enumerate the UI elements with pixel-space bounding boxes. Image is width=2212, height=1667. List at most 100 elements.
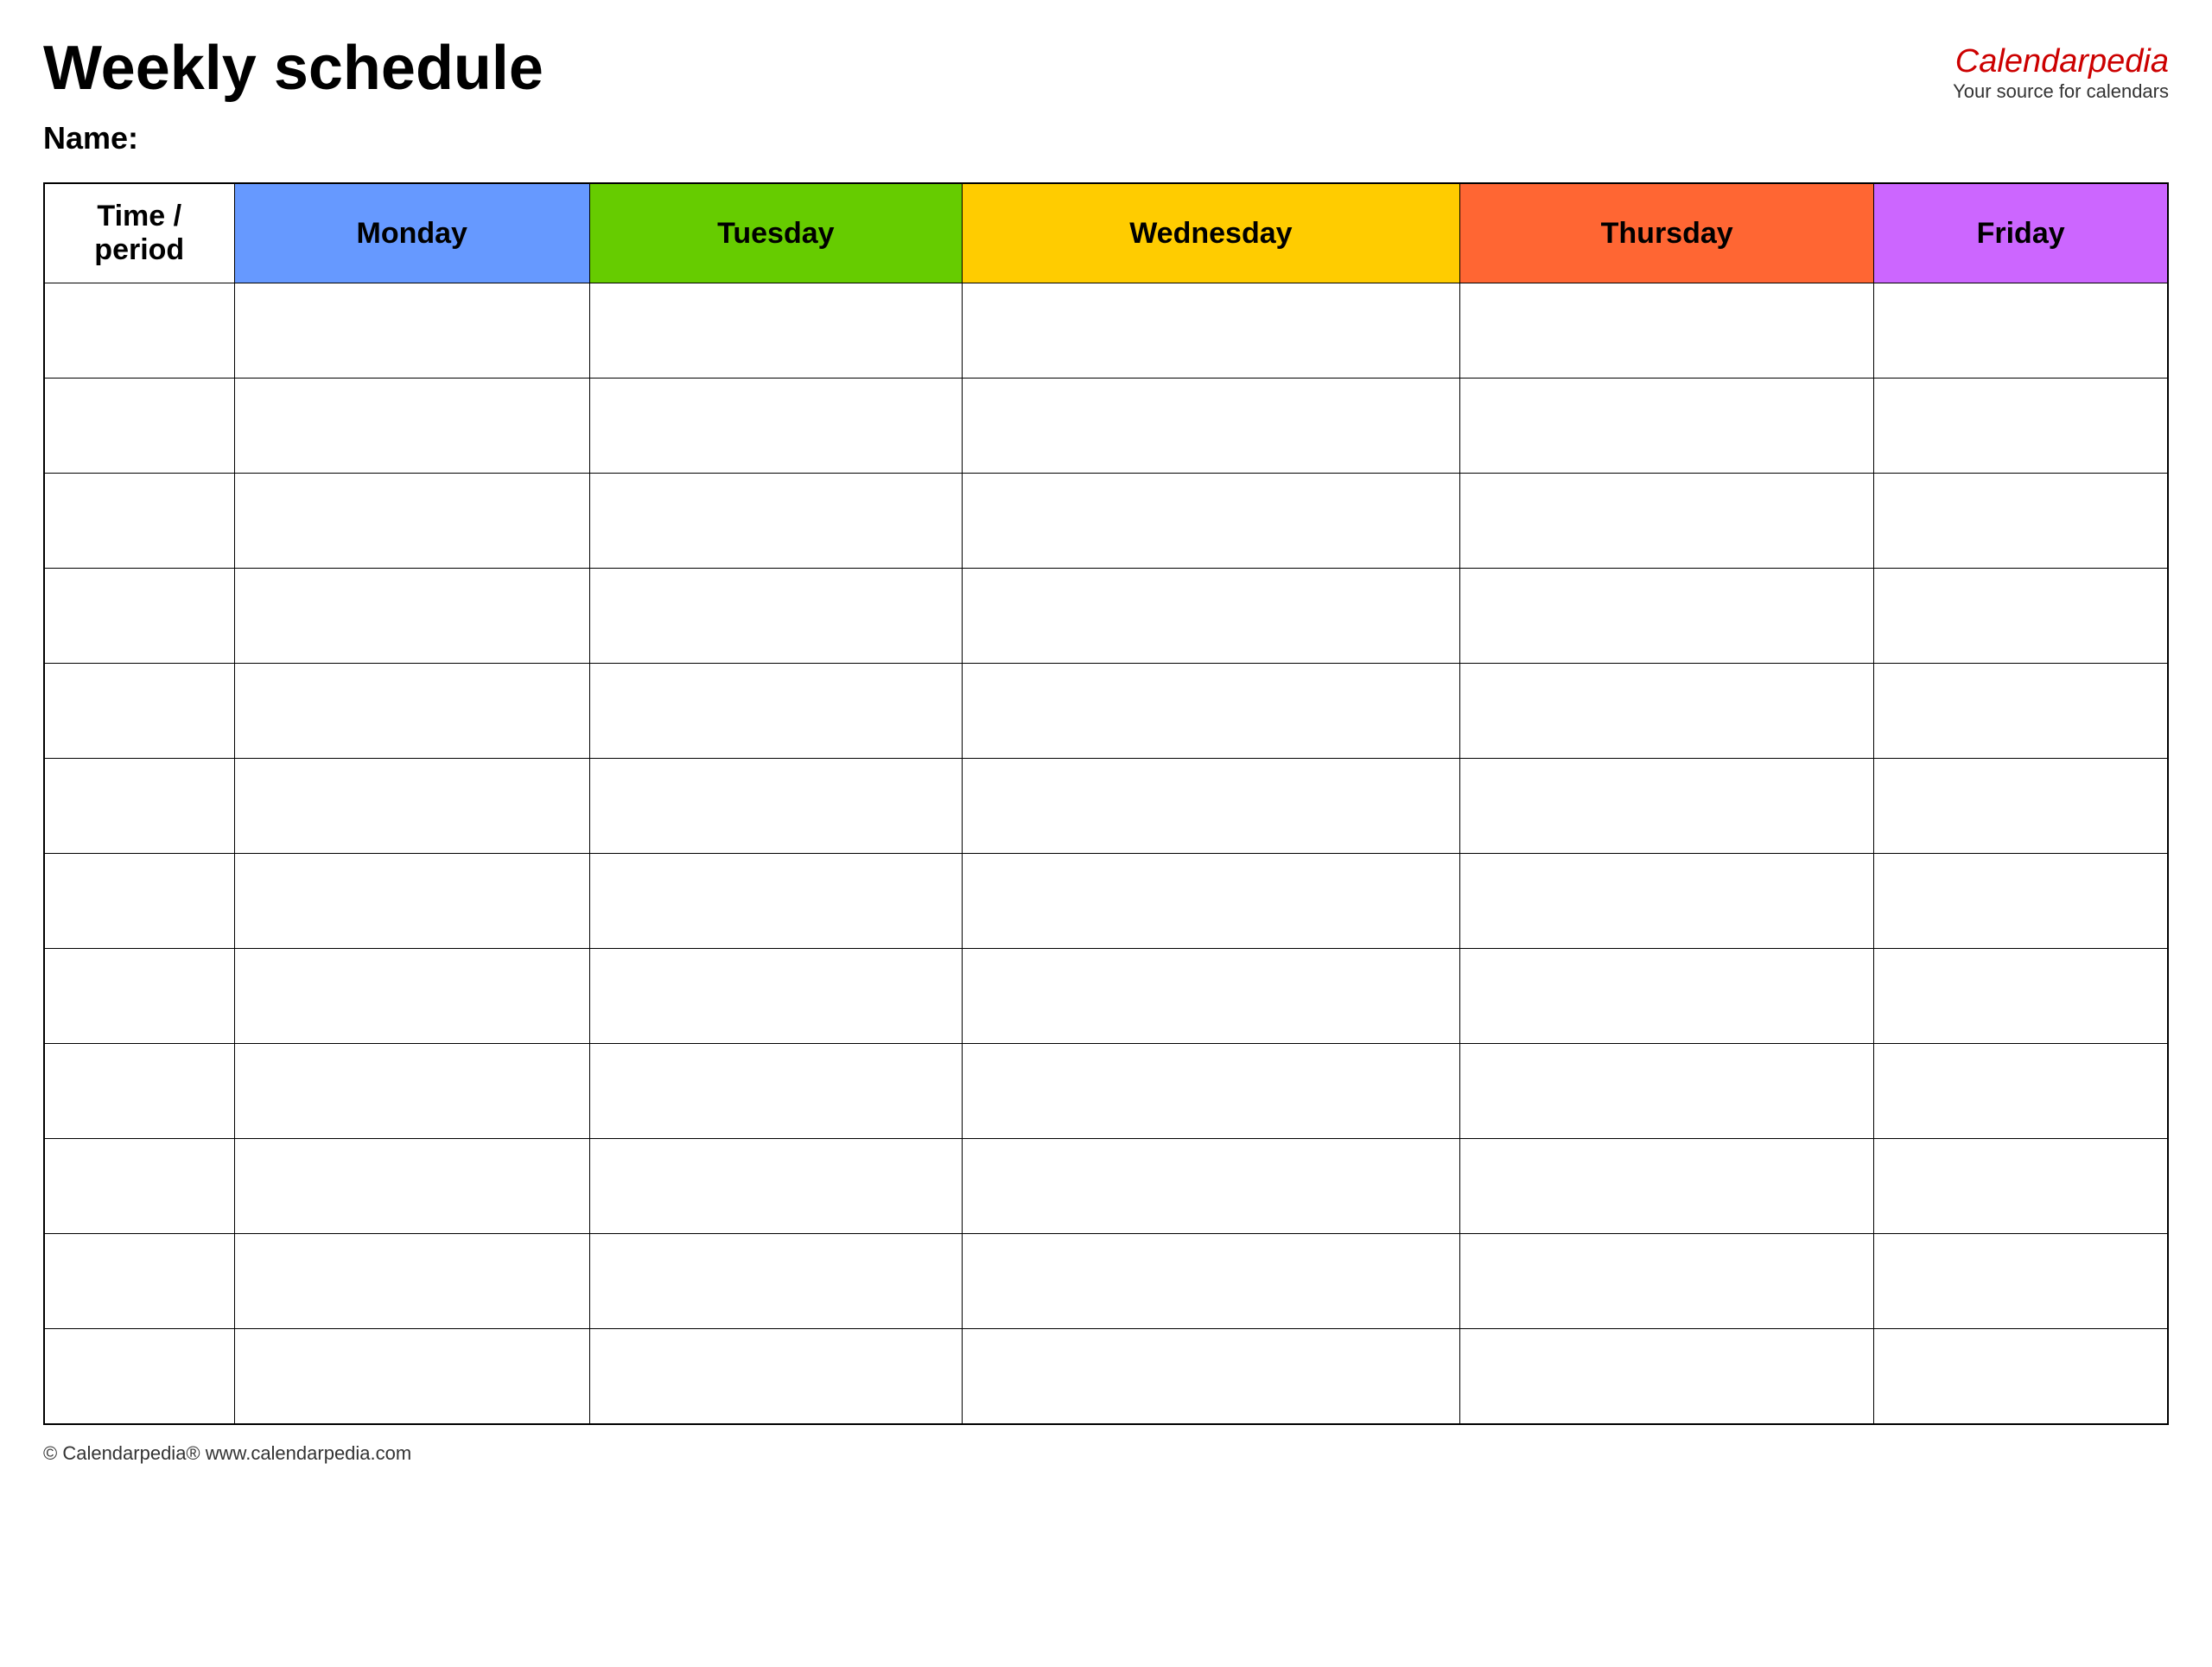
cell-row6-col-thursday[interactable] — [1460, 854, 1874, 949]
cell-row11-col-tuesday[interactable] — [590, 1329, 963, 1424]
col-header-wednesday: Wednesday — [962, 183, 1459, 283]
name-label: Name: — [43, 120, 2169, 156]
col-header-time: Time / period — [44, 183, 234, 283]
cell-row11-col-thursday[interactable] — [1460, 1329, 1874, 1424]
cell-row6-col-wednesday[interactable] — [962, 854, 1459, 949]
page-header: Weekly schedule Calendarpedia Your sourc… — [43, 35, 2169, 103]
cell-row6-col-friday[interactable] — [1874, 854, 2168, 949]
cell-row1-col-time[interactable] — [44, 379, 234, 474]
cell-row3-col-wednesday[interactable] — [962, 569, 1459, 664]
cell-row7-col-friday[interactable] — [1874, 949, 2168, 1044]
table-row — [44, 759, 2168, 854]
footer-text: © Calendarpedia® www.calendarpedia.com — [43, 1442, 411, 1464]
brand-tagline: Your source for calendars — [1953, 80, 2169, 103]
cell-row1-col-monday[interactable] — [234, 379, 590, 474]
cell-row2-col-thursday[interactable] — [1460, 474, 1874, 569]
cell-row4-col-time[interactable] — [44, 664, 234, 759]
cell-row1-col-tuesday[interactable] — [590, 379, 963, 474]
cell-row8-col-wednesday[interactable] — [962, 1044, 1459, 1139]
cell-row0-col-time[interactable] — [44, 283, 234, 379]
cell-row0-col-monday[interactable] — [234, 283, 590, 379]
cell-row3-col-monday[interactable] — [234, 569, 590, 664]
cell-row8-col-monday[interactable] — [234, 1044, 590, 1139]
table-header-row: Time / period Monday Tuesday Wednesday T… — [44, 183, 2168, 283]
cell-row1-col-friday[interactable] — [1874, 379, 2168, 474]
cell-row6-col-tuesday[interactable] — [590, 854, 963, 949]
page-title: Weekly schedule — [43, 35, 543, 103]
table-row — [44, 283, 2168, 379]
cell-row11-col-friday[interactable] — [1874, 1329, 2168, 1424]
cell-row9-col-monday[interactable] — [234, 1139, 590, 1234]
brand-name-plain: Calendar — [1955, 43, 2088, 80]
table-row — [44, 949, 2168, 1044]
cell-row9-col-wednesday[interactable] — [962, 1139, 1459, 1234]
col-header-monday: Monday — [234, 183, 590, 283]
cell-row8-col-thursday[interactable] — [1460, 1044, 1874, 1139]
cell-row4-col-monday[interactable] — [234, 664, 590, 759]
cell-row6-col-time[interactable] — [44, 854, 234, 949]
cell-row8-col-tuesday[interactable] — [590, 1044, 963, 1139]
cell-row5-col-wednesday[interactable] — [962, 759, 1459, 854]
cell-row8-col-friday[interactable] — [1874, 1044, 2168, 1139]
cell-row8-col-time[interactable] — [44, 1044, 234, 1139]
cell-row7-col-wednesday[interactable] — [962, 949, 1459, 1044]
cell-row5-col-friday[interactable] — [1874, 759, 2168, 854]
cell-row4-col-wednesday[interactable] — [962, 664, 1459, 759]
table-row — [44, 854, 2168, 949]
brand-name: Calendarpedia — [1953, 43, 2169, 80]
cell-row1-col-wednesday[interactable] — [962, 379, 1459, 474]
cell-row5-col-time[interactable] — [44, 759, 234, 854]
cell-row5-col-tuesday[interactable] — [590, 759, 963, 854]
cell-row2-col-wednesday[interactable] — [962, 474, 1459, 569]
col-header-friday: Friday — [1874, 183, 2168, 283]
cell-row10-col-monday[interactable] — [234, 1234, 590, 1329]
cell-row10-col-time[interactable] — [44, 1234, 234, 1329]
table-row — [44, 1044, 2168, 1139]
table-row — [44, 379, 2168, 474]
cell-row3-col-tuesday[interactable] — [590, 569, 963, 664]
cell-row11-col-wednesday[interactable] — [962, 1329, 1459, 1424]
cell-row0-col-wednesday[interactable] — [962, 283, 1459, 379]
cell-row3-col-time[interactable] — [44, 569, 234, 664]
cell-row4-col-thursday[interactable] — [1460, 664, 1874, 759]
cell-row4-col-tuesday[interactable] — [590, 664, 963, 759]
cell-row3-col-thursday[interactable] — [1460, 569, 1874, 664]
cell-row11-col-monday[interactable] — [234, 1329, 590, 1424]
cell-row2-col-tuesday[interactable] — [590, 474, 963, 569]
cell-row10-col-wednesday[interactable] — [962, 1234, 1459, 1329]
cell-row9-col-tuesday[interactable] — [590, 1139, 963, 1234]
cell-row9-col-friday[interactable] — [1874, 1139, 2168, 1234]
cell-row1-col-thursday[interactable] — [1460, 379, 1874, 474]
footer: © Calendarpedia® www.calendarpedia.com — [43, 1442, 2169, 1465]
table-row — [44, 1234, 2168, 1329]
schedule-table: Time / period Monday Tuesday Wednesday T… — [43, 182, 2169, 1425]
cell-row7-col-monday[interactable] — [234, 949, 590, 1044]
cell-row11-col-time[interactable] — [44, 1329, 234, 1424]
table-row — [44, 664, 2168, 759]
col-header-thursday: Thursday — [1460, 183, 1874, 283]
cell-row0-col-thursday[interactable] — [1460, 283, 1874, 379]
cell-row5-col-monday[interactable] — [234, 759, 590, 854]
cell-row7-col-time[interactable] — [44, 949, 234, 1044]
cell-row5-col-thursday[interactable] — [1460, 759, 1874, 854]
cell-row7-col-thursday[interactable] — [1460, 949, 1874, 1044]
cell-row10-col-friday[interactable] — [1874, 1234, 2168, 1329]
cell-row7-col-tuesday[interactable] — [590, 949, 963, 1044]
table-row — [44, 569, 2168, 664]
cell-row2-col-friday[interactable] — [1874, 474, 2168, 569]
cell-row0-col-friday[interactable] — [1874, 283, 2168, 379]
table-row — [44, 474, 2168, 569]
cell-row0-col-tuesday[interactable] — [590, 283, 963, 379]
cell-row10-col-tuesday[interactable] — [590, 1234, 963, 1329]
col-header-tuesday: Tuesday — [590, 183, 963, 283]
cell-row4-col-friday[interactable] — [1874, 664, 2168, 759]
cell-row9-col-thursday[interactable] — [1460, 1139, 1874, 1234]
cell-row10-col-thursday[interactable] — [1460, 1234, 1874, 1329]
cell-row9-col-time[interactable] — [44, 1139, 234, 1234]
brand-logo: Calendarpedia Your source for calendars — [1953, 43, 2169, 103]
brand-name-italic: pedia — [2088, 43, 2169, 80]
cell-row6-col-monday[interactable] — [234, 854, 590, 949]
cell-row3-col-friday[interactable] — [1874, 569, 2168, 664]
cell-row2-col-time[interactable] — [44, 474, 234, 569]
cell-row2-col-monday[interactable] — [234, 474, 590, 569]
